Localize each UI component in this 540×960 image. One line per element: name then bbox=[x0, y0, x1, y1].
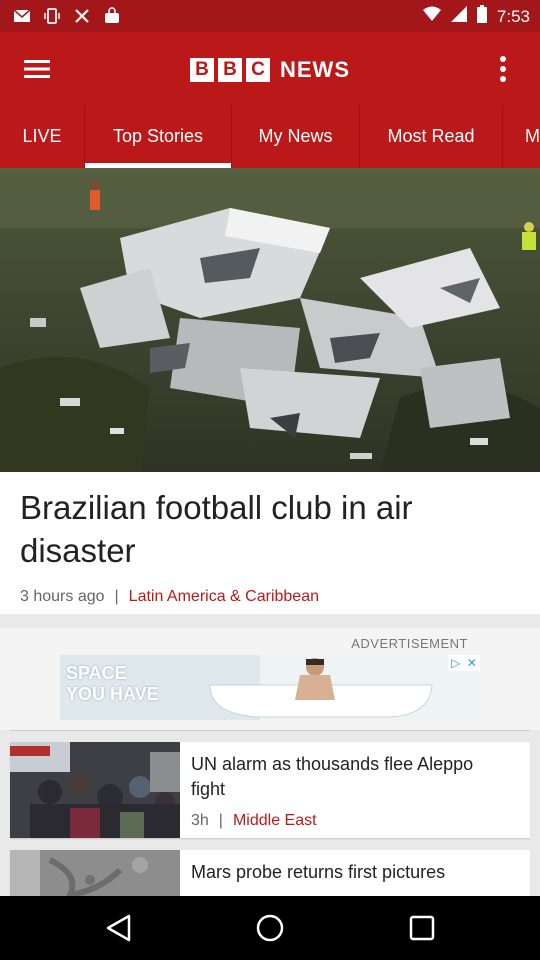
story-meta: 3h | Middle East bbox=[191, 812, 317, 830]
story-thumbnail bbox=[10, 742, 180, 838]
bbc-news-logo: B B C NEWS bbox=[190, 57, 350, 83]
plane-wreckage-image bbox=[0, 168, 540, 472]
story-card[interactable]: UN alarm as thousands flee Aleppo fight … bbox=[10, 742, 530, 838]
advertisement-area: ADVERTISEMENT SPACE YOU HAVE ▷ ✕ bbox=[0, 628, 540, 730]
tab-more[interactable]: M bbox=[503, 105, 540, 168]
story-section-link[interactable]: Middle East bbox=[233, 812, 317, 830]
back-icon[interactable] bbox=[102, 912, 134, 944]
status-time: 7:53 bbox=[496, 6, 530, 26]
tab-live[interactable]: LIVE bbox=[0, 105, 85, 168]
tab-label: Top Stories bbox=[112, 126, 204, 146]
tab-my-news[interactable]: My News bbox=[232, 105, 360, 168]
story-time: 3h bbox=[191, 812, 209, 829]
tab-most-read[interactable]: Most Read bbox=[360, 105, 503, 168]
story-section-link[interactable]: Latin America & Caribbean bbox=[129, 588, 319, 606]
story-title: Mars probe returns first pictures bbox=[191, 862, 446, 882]
advertisement-label: ADVERTISEMENT bbox=[351, 636, 468, 651]
status-bar: 7:53 bbox=[0, 0, 540, 32]
ad-banner[interactable]: SPACE YOU HAVE ▷ ✕ bbox=[60, 655, 480, 720]
tab-label: Most Read bbox=[387, 126, 475, 146]
logo-word: NEWS bbox=[280, 57, 350, 82]
more-vert-icon[interactable] bbox=[484, 50, 522, 88]
logo-letter: B bbox=[218, 58, 242, 82]
wifi-icon bbox=[422, 6, 441, 27]
logo-letter: B bbox=[190, 58, 214, 82]
meta-separator: | bbox=[114, 588, 119, 605]
bag-icon bbox=[102, 6, 122, 26]
close-icon[interactable]: ✕ bbox=[467, 656, 477, 670]
tab-label: My News bbox=[258, 126, 333, 146]
home-icon[interactable] bbox=[254, 912, 286, 944]
hamburger-menu-icon[interactable] bbox=[18, 50, 56, 88]
battery-icon bbox=[476, 5, 487, 28]
ad-banner-text: SPACE YOU HAVE bbox=[66, 663, 159, 704]
tools-icon bbox=[72, 6, 92, 26]
section-tabs: LIVE Top Stories My News Most Read M bbox=[0, 105, 540, 168]
lead-story-headline: Brazilian football club in air disaster bbox=[20, 489, 413, 569]
system-nav-bar bbox=[0, 896, 540, 960]
story-time: 3 hours ago bbox=[20, 588, 105, 605]
story-title: UN alarm as thousands flee Aleppo fight bbox=[191, 754, 474, 799]
tab-label: LIVE bbox=[22, 126, 62, 146]
lead-story-meta: 3 hours ago | Latin America & Caribbean bbox=[20, 588, 319, 606]
signal-icon bbox=[450, 6, 467, 27]
recents-icon[interactable] bbox=[406, 912, 438, 944]
story-thumbnail bbox=[10, 850, 180, 896]
tab-label: M bbox=[525, 126, 540, 146]
tab-top-stories[interactable]: Top Stories bbox=[85, 105, 232, 168]
play-triangle-icon[interactable]: ▷ bbox=[451, 656, 460, 670]
meta-separator: | bbox=[218, 812, 223, 829]
logo-letter: C bbox=[246, 58, 270, 82]
ad-controls: ▷ ✕ bbox=[448, 655, 480, 671]
vibrate-icon bbox=[42, 6, 62, 26]
app-bar: B B C NEWS bbox=[0, 32, 540, 105]
story-card[interactable]: Mars probe returns first pictures bbox=[10, 850, 530, 896]
lead-story-card[interactable]: Brazilian football club in air disaster … bbox=[0, 472, 540, 614]
divider bbox=[10, 730, 530, 731]
lead-story-image[interactable] bbox=[0, 168, 540, 472]
mail-icon bbox=[12, 6, 32, 26]
